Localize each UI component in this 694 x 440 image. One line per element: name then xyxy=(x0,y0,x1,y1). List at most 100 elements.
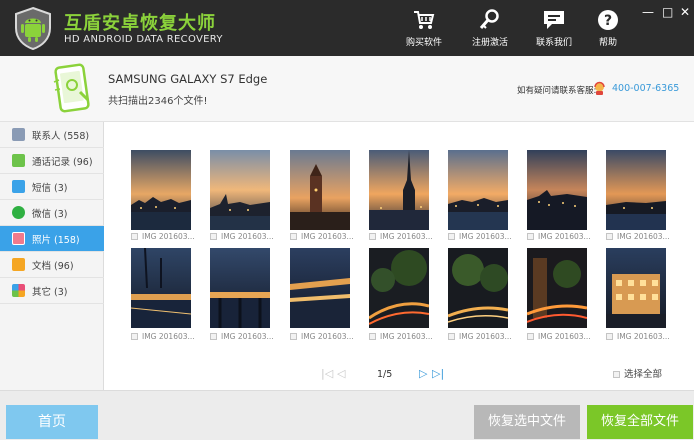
close-button[interactable]: ✕ xyxy=(680,6,690,18)
help-icon: ? xyxy=(598,10,618,30)
photo-caption: IMG 201603... xyxy=(606,232,682,241)
first-page-button[interactable]: |◁ xyxy=(321,368,333,379)
device-info-bar: SAMSUNG GALAXY S7 Edge 共扫描出2346个文件! 如有疑问… xyxy=(0,56,694,122)
sidebar-item-call-log[interactable]: 通话记录 (96) xyxy=(0,148,104,174)
home-button[interactable]: 首页 xyxy=(6,405,98,439)
photo-icon xyxy=(12,232,25,245)
photo-checkbox[interactable] xyxy=(527,233,534,240)
photo-caption: IMG 201603... xyxy=(131,332,207,341)
photo-grid-panel: IMG 201603... IMG 201603... IMG 201603..… xyxy=(105,122,694,390)
footer-bar: 首页 恢复选中文件 恢复全部文件 xyxy=(0,390,694,440)
photo-thumbnail[interactable] xyxy=(290,248,350,328)
photo-caption: IMG 201603... xyxy=(290,232,366,241)
checkbox-icon xyxy=(613,371,620,378)
photo-thumbnail[interactable] xyxy=(606,150,666,230)
sidebar-item-label: 文档 (96) xyxy=(32,261,74,272)
maximize-button[interactable]: □ xyxy=(662,6,673,18)
device-name: SAMSUNG GALAXY S7 Edge xyxy=(108,72,268,86)
next-page-button[interactable]: ▷ xyxy=(419,368,427,379)
sms-icon xyxy=(12,180,25,193)
photo-thumbnail[interactable] xyxy=(210,248,270,328)
photo-caption: IMG 201603... xyxy=(131,232,207,241)
recover-selected-button[interactable]: 恢复选中文件 xyxy=(474,405,580,439)
recover-all-button[interactable]: 恢复全部文件 xyxy=(587,405,693,439)
support-label: 如有疑问请联系客服: xyxy=(517,86,597,96)
photo-thumbnail[interactable] xyxy=(448,150,508,230)
photo-checkbox[interactable] xyxy=(290,333,297,340)
help-label: 帮助 xyxy=(598,38,617,48)
photo-checkbox[interactable] xyxy=(131,233,138,240)
photo-thumbnail[interactable] xyxy=(369,248,429,328)
page-indicator: 1/5 xyxy=(377,369,393,380)
wechat-icon xyxy=(12,206,25,219)
photo-checkbox[interactable] xyxy=(210,333,217,340)
app-title: 互盾安卓恢复大师 xyxy=(64,13,216,34)
buy-software-button[interactable]: 购买软件 xyxy=(392,9,456,48)
photo-thumbnail[interactable] xyxy=(210,150,270,230)
chat-icon xyxy=(544,11,564,29)
last-page-button[interactable]: ▷| xyxy=(432,368,444,379)
photo-caption: IMG 201603... xyxy=(369,232,445,241)
photo-caption: IMG 201603... xyxy=(448,232,524,241)
photo-caption: IMG 201603... xyxy=(290,332,366,341)
photo-checkbox[interactable] xyxy=(448,233,455,240)
sidebar-item-label: 微信 (3) xyxy=(32,209,68,220)
contact-us-label: 联系我们 xyxy=(535,38,572,48)
sidebar-item-contacts[interactable]: 联系人 (558) xyxy=(0,122,104,148)
shield-android-logo-icon xyxy=(15,6,51,50)
photo-checkbox[interactable] xyxy=(448,333,455,340)
other-icon xyxy=(12,284,25,297)
document-icon xyxy=(12,258,25,271)
call-log-icon xyxy=(12,154,25,167)
photo-checkbox[interactable] xyxy=(369,333,376,340)
photo-caption: IMG 201603... xyxy=(527,232,603,241)
photo-thumbnail[interactable] xyxy=(131,150,191,230)
help-button[interactable]: ? 帮助 xyxy=(576,9,640,48)
photo-caption: IMG 201603... xyxy=(210,332,286,341)
svg-text:?: ? xyxy=(604,13,612,29)
photo-checkbox[interactable] xyxy=(210,233,217,240)
cart-icon xyxy=(414,11,435,29)
buy-software-label: 购买软件 xyxy=(405,38,442,48)
photo-checkbox[interactable] xyxy=(606,233,613,240)
photo-thumbnail[interactable] xyxy=(290,150,350,230)
photo-thumbnail[interactable] xyxy=(448,248,508,328)
sidebar-item-documents[interactable]: 文档 (96) xyxy=(0,252,104,278)
photo-thumbnail[interactable] xyxy=(527,248,587,328)
scan-summary: 共扫描出2346个文件! xyxy=(108,96,208,107)
minimize-button[interactable]: — xyxy=(642,6,654,18)
photo-thumbnail[interactable] xyxy=(369,150,429,230)
register-activate-label: 注册激活 xyxy=(471,38,508,48)
sidebar-item-photos[interactable]: 照片 (158) xyxy=(0,226,104,252)
sidebar-item-other[interactable]: 其它 (3) xyxy=(0,278,104,304)
sidebar-item-wechat[interactable]: 微信 (3) xyxy=(0,200,104,226)
select-all-label: 选择全部 xyxy=(624,369,663,380)
sidebar-item-label: 通话记录 (96) xyxy=(32,157,93,168)
photo-thumbnail[interactable] xyxy=(527,150,587,230)
register-activate-button[interactable]: 注册激活 xyxy=(458,9,522,48)
phone-device-icon xyxy=(53,63,90,113)
sidebar-item-label: 联系人 (558) xyxy=(32,131,90,142)
photo-thumbnail[interactable] xyxy=(131,248,191,328)
photo-caption: IMG 201603... xyxy=(369,332,445,341)
photo-caption: IMG 201603... xyxy=(527,332,603,341)
sidebar-item-label: 短信 (3) xyxy=(32,183,68,194)
contacts-icon xyxy=(12,128,25,141)
photo-checkbox[interactable] xyxy=(606,333,613,340)
sidebar-item-sms[interactable]: 短信 (3) xyxy=(0,174,104,200)
sidebar-item-label: 照片 (158) xyxy=(32,235,80,246)
photo-checkbox[interactable] xyxy=(290,233,297,240)
title-bar: 互盾安卓恢复大师 HD ANDROID DATA RECOVERY 购买软件 注… xyxy=(0,0,694,56)
photo-caption: IMG 201603... xyxy=(448,332,524,341)
key-icon xyxy=(479,9,499,29)
photo-checkbox[interactable] xyxy=(527,333,534,340)
support-phone-link[interactable]: 400-007-6365 xyxy=(612,83,679,94)
prev-page-button[interactable]: ◁ xyxy=(337,368,345,379)
photo-caption: IMG 201603... xyxy=(606,332,682,341)
photo-caption: IMG 201603... xyxy=(210,232,286,241)
photo-checkbox[interactable] xyxy=(131,333,138,340)
select-all-checkbox[interactable]: 选择全部 xyxy=(613,366,662,380)
photo-checkbox[interactable] xyxy=(369,233,376,240)
category-sidebar: 联系人 (558) 通话记录 (96) 短信 (3) 微信 (3) 照片 (15… xyxy=(0,122,104,390)
photo-thumbnail[interactable] xyxy=(606,248,666,328)
